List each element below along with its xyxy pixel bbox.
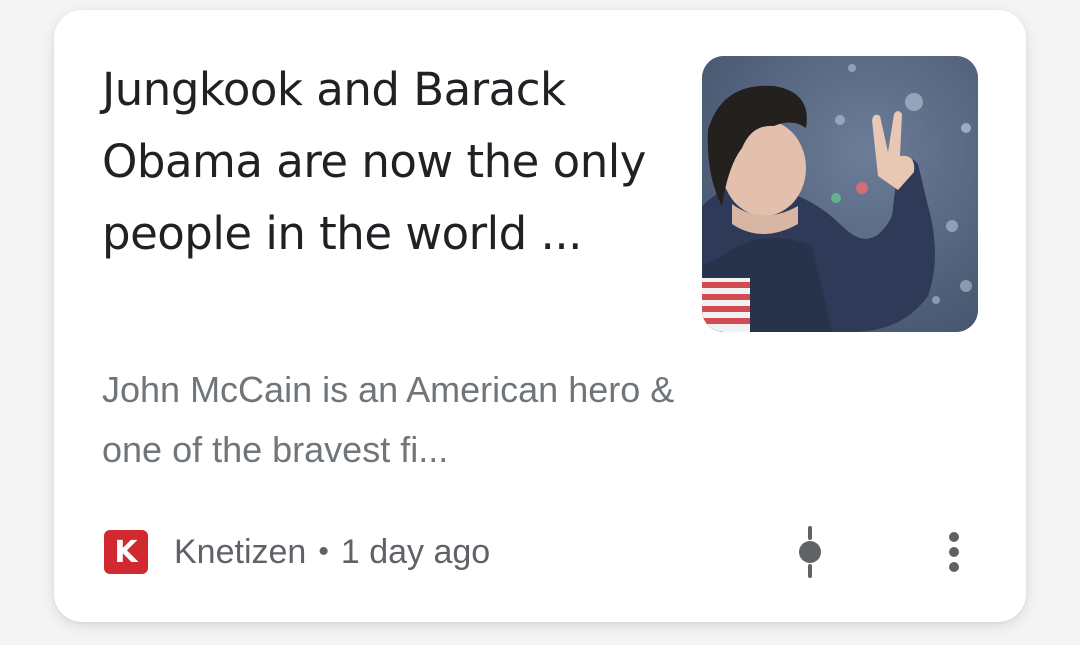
follow-icon [799, 526, 821, 578]
article-snippet: John McCain is an American hero & one of… [102, 369, 675, 470]
news-card[interactable]: Jungkook and Barack Obama are now the on… [54, 10, 1026, 622]
person-in-denim-jacket-icon [702, 56, 978, 332]
published-time: 1 day ago [340, 532, 491, 571]
article-headline[interactable]: Jungkook and Barack Obama are now the on… [102, 54, 662, 270]
source-name[interactable]: Knetizen [174, 533, 306, 572]
article-thumbnail[interactable] [702, 56, 978, 332]
more-options-button[interactable] [924, 520, 984, 584]
logo-letter: K [114, 534, 138, 570]
more-vertical-icon [949, 532, 959, 572]
publisher-logo: K [104, 530, 148, 574]
separator: • [318, 535, 329, 568]
follow-button[interactable] [780, 520, 840, 584]
source-row: K Knetizen • 1 day ago [104, 522, 490, 582]
